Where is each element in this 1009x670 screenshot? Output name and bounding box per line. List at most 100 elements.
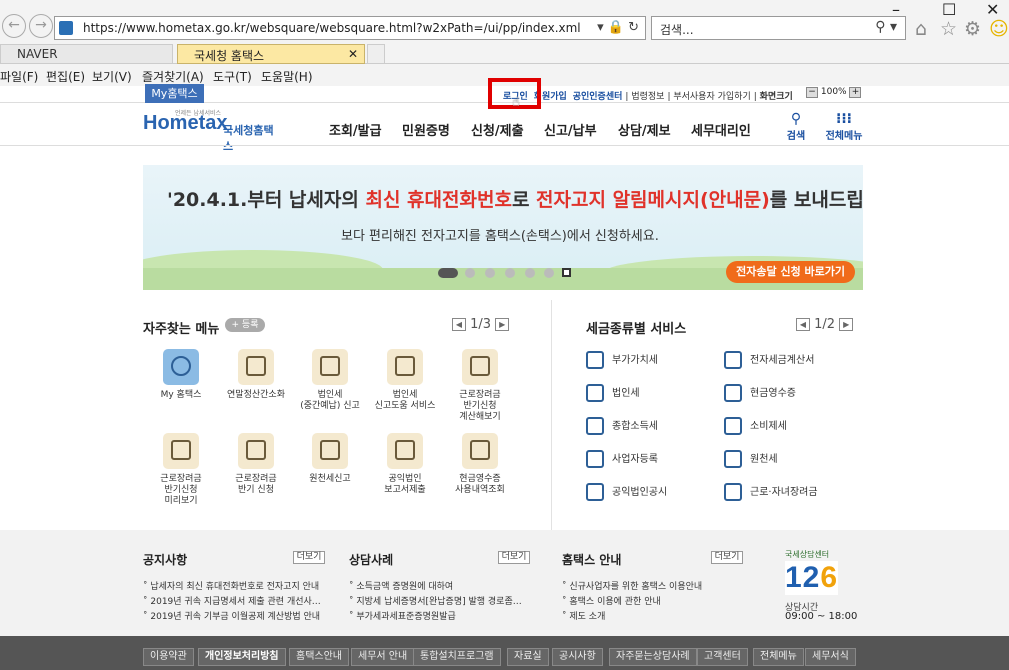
footer-link[interactable]: 홈택스안내 bbox=[289, 648, 349, 666]
lock-refresh-icons[interactable]: ▾ 🔒 ↻ bbox=[597, 20, 639, 35]
back-button[interactable]: ← bbox=[2, 14, 26, 38]
tax-service-item[interactable]: 전자세금계산서 bbox=[724, 351, 814, 369]
search-icon: ⚲ bbox=[790, 111, 802, 127]
footer-link[interactable]: 세무서식 bbox=[805, 648, 856, 666]
consult-more-button[interactable]: 더보기 bbox=[498, 551, 530, 564]
quick-menu-icon bbox=[387, 349, 423, 385]
prev-page-button[interactable]: ◀ bbox=[796, 318, 810, 331]
gnb-filing[interactable]: 신고/납부 bbox=[544, 120, 597, 139]
gnb-application[interactable]: 신청/제출 bbox=[471, 120, 524, 139]
quick-menu-item[interactable]: 법인세 신고도움 서비스 bbox=[370, 349, 440, 412]
gnb-tax-agent[interactable]: 세무대리인 bbox=[691, 120, 751, 139]
close-tab-icon[interactable]: ✕ bbox=[348, 47, 358, 61]
notice-item[interactable]: ˚ 2019년 귀속 기부금 이월공제 계산방법 안내 bbox=[143, 609, 320, 622]
footer-link[interactable]: 이용약관 bbox=[143, 648, 194, 666]
footer-link[interactable]: 통합설치프로그램 bbox=[413, 648, 501, 666]
menu-view[interactable]: 보기(V) bbox=[92, 68, 132, 85]
notice-item[interactable]: ˚ 납세자의 최신 휴대전화번호로 전자고지 안내 bbox=[143, 579, 319, 592]
quick-menu-item[interactable]: 근로장려금 반기 신청 bbox=[221, 433, 291, 496]
favorites-star-icon[interactable]: ☆ bbox=[940, 18, 957, 40]
gnb-certificate[interactable]: 민원증명 bbox=[402, 120, 450, 139]
register-button[interactable]: + 등록 bbox=[225, 318, 265, 332]
zoom-out-button[interactable]: − bbox=[806, 87, 818, 98]
all-menu-button[interactable]: ⁝⁝⁝ 전체메뉴 bbox=[819, 111, 869, 142]
tab-naver[interactable]: NAVER bbox=[0, 44, 173, 64]
close-icon[interactable]: ✕ bbox=[986, 0, 999, 19]
consult-item[interactable]: ˚ 지방세 납세증명서[완납증명] 발행 경로좀… bbox=[349, 594, 522, 607]
gear-icon[interactable]: ⚙ bbox=[964, 18, 981, 40]
menu-edit[interactable]: 편집(E) bbox=[46, 68, 85, 85]
tax-service-item[interactable]: 법인세 bbox=[586, 384, 640, 402]
minimize-icon[interactable]: – bbox=[892, 0, 900, 19]
guide-item[interactable]: ˚ 홈택스 이용에 관한 안내 bbox=[562, 594, 661, 607]
tax-service-label: 법인세 bbox=[612, 388, 640, 399]
dept-user-link[interactable]: 부서사용자 가입하기 bbox=[673, 92, 750, 102]
consult-item[interactable]: ˚ 부가세과세표준증명원발급 bbox=[349, 609, 456, 622]
forward-button[interactable]: → bbox=[29, 14, 53, 38]
footer-link[interactable]: 전체메뉴 bbox=[753, 648, 804, 666]
footer-link[interactable]: 고객센터 bbox=[697, 648, 748, 666]
notice-more-button[interactable]: 더보기 bbox=[293, 551, 325, 564]
tax-service-item[interactable]: 종합소득세 bbox=[586, 417, 658, 435]
new-tab-button[interactable] bbox=[367, 44, 385, 64]
banner-dot[interactable] bbox=[544, 268, 554, 278]
quick-menu-item[interactable]: 법인세 (중간예납) 신고 bbox=[295, 349, 365, 412]
maximize-icon[interactable]: ☐ bbox=[942, 0, 956, 19]
gnb-consult[interactable]: 상담/제보 bbox=[618, 120, 671, 139]
tax-service-item[interactable]: 사업자등록 bbox=[586, 450, 658, 468]
tax-service-item[interactable]: 근로·자녀장려금 bbox=[724, 483, 818, 501]
gnb-inquiry[interactable]: 조회/발급 bbox=[329, 120, 382, 139]
footer-link[interactable]: 공시사항 bbox=[552, 648, 603, 666]
browser-search-box[interactable]: 검색... ⚲ ▾ bbox=[651, 16, 906, 40]
main-banner[interactable]: '20.4.1.부터 납세자의 최신 휴대전화번호로 전자고지 알림메시지(안내… bbox=[143, 165, 863, 290]
tax-service-item[interactable]: 현금영수증 bbox=[724, 384, 796, 402]
tab-hometax[interactable]: 국세청 홈택스 ✕ bbox=[177, 44, 365, 64]
tax-service-item[interactable]: 공익법인공시 bbox=[586, 483, 667, 501]
quick-menu-item[interactable]: My 홈택스 bbox=[146, 349, 216, 401]
cert-center-link[interactable]: 공인인증센터 bbox=[573, 92, 623, 102]
zoom-in-button[interactable]: + bbox=[849, 87, 862, 98]
footer-link[interactable]: 세무서 안내 bbox=[351, 648, 415, 666]
quick-menu-item[interactable]: 원천세신고 bbox=[295, 433, 365, 485]
guide-more-button[interactable]: 더보기 bbox=[711, 551, 743, 564]
menu-file[interactable]: 파일(F) bbox=[0, 68, 38, 85]
footer-link[interactable]: 자료실 bbox=[507, 648, 549, 666]
tax-service-item[interactable]: 원천세 bbox=[724, 450, 778, 468]
quick-menu-item[interactable]: 근로장려금 반기신청 미리보기 bbox=[146, 433, 216, 507]
prev-page-button[interactable]: ◀ bbox=[452, 318, 466, 331]
law-info-link[interactable]: 법령정보 bbox=[631, 92, 664, 102]
search-icon[interactable]: ⚲ ▾ bbox=[875, 19, 897, 35]
consult-item[interactable]: ˚ 소득금액 증명원에 대하여 bbox=[349, 579, 453, 592]
banner-dot[interactable] bbox=[485, 268, 495, 278]
guide-item[interactable]: ˚ 신규사업자를 위한 홈택스 이용안내 bbox=[562, 579, 702, 592]
banner-dot[interactable] bbox=[525, 268, 535, 278]
my-hometax-button[interactable]: My홈택스 bbox=[145, 84, 204, 103]
banner-dot-active[interactable] bbox=[438, 268, 458, 278]
next-page-button[interactable]: ▶ bbox=[839, 318, 854, 331]
tax-service-item[interactable]: 부가가치세 bbox=[586, 351, 658, 369]
quick-menu-item[interactable]: 현금영수증 사용내역조회 bbox=[445, 433, 515, 496]
quick-menu-item[interactable]: 근로장려금 반기신청 계산해보기 bbox=[445, 349, 515, 423]
hometax-logo[interactable]: 언제든 납세서비스 Hometax 국세청홈택스 bbox=[143, 108, 283, 153]
quick-page-number: 1/3 bbox=[470, 317, 492, 332]
footer-link[interactable]: 자주묻는상담사례 bbox=[609, 648, 697, 666]
home-icon[interactable]: ⌂ bbox=[915, 18, 927, 40]
tax-service-title: 세금종류별 서비스 bbox=[586, 322, 687, 337]
footer-link[interactable]: 개인정보처리방침 bbox=[198, 648, 286, 666]
quick-menu-item[interactable]: 공익법인 보고서제출 bbox=[370, 433, 440, 496]
banner-pause-button[interactable] bbox=[562, 268, 571, 277]
e-delivery-apply-button[interactable]: 전자송달 신청 바로가기 bbox=[726, 261, 855, 283]
menu-help[interactable]: 도움말(H) bbox=[261, 68, 313, 85]
next-page-button[interactable]: ▶ bbox=[495, 318, 510, 331]
menu-favorites[interactable]: 즐겨찾기(A) bbox=[142, 68, 204, 85]
banner-dot[interactable] bbox=[465, 268, 475, 278]
notice-item[interactable]: ˚ 2019년 귀속 지급명세서 제출 관련 개선사… bbox=[143, 594, 321, 607]
header-search-button[interactable]: ⚲ 검색 bbox=[771, 111, 821, 142]
menu-tools[interactable]: 도구(T) bbox=[213, 68, 252, 85]
tax-service-item[interactable]: 소비제세 bbox=[724, 417, 787, 435]
smiley-icon[interactable]: ☺ bbox=[989, 18, 1009, 40]
guide-item[interactable]: ˚ 제도 소개 bbox=[562, 609, 605, 622]
address-bar[interactable]: https://www.hometax.go.kr/websquare/webs… bbox=[54, 16, 646, 40]
banner-dot[interactable] bbox=[505, 268, 515, 278]
quick-menu-item[interactable]: 연말정산간소화 bbox=[221, 349, 291, 401]
